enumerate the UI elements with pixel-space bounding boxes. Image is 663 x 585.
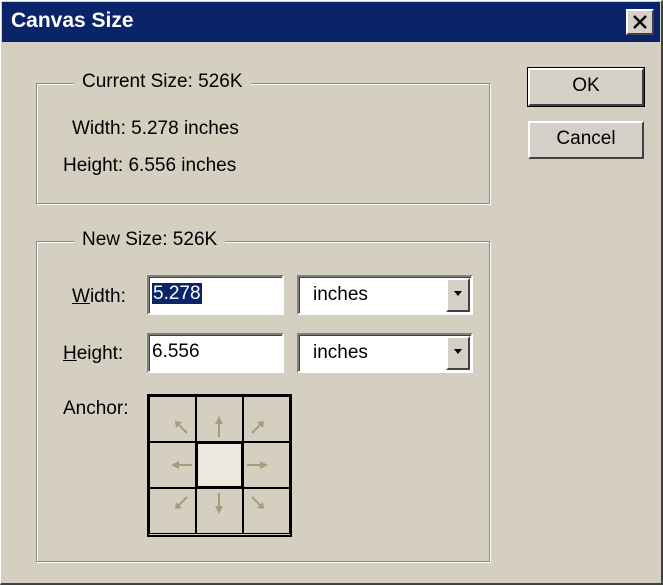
anchor-top-left[interactable] (149, 396, 196, 442)
anchor-center[interactable] (196, 442, 243, 488)
width-unit-select[interactable]: inches (297, 275, 473, 315)
arrow-right-icon (247, 461, 268, 469)
width-input[interactable]: 5.278 (147, 275, 284, 315)
height-input-value: 6.556 (152, 341, 200, 362)
arrow-down-right-icon (251, 496, 264, 509)
width-unit-dropdown-button[interactable] (446, 278, 470, 312)
height-unit-value: inches (313, 342, 368, 363)
ok-button[interactable]: OK (527, 67, 645, 107)
anchor-grid (147, 394, 292, 537)
current-size-legend: Current Size: 526K (74, 71, 251, 93)
canvas-size-dialog: Canvas Size Current Size: 526K Width: 5.… (0, 0, 663, 585)
window-title: Canvas Size (11, 9, 134, 32)
chevron-down-icon (454, 291, 462, 296)
arrow-up-left-icon (175, 421, 188, 434)
arrow-down-left-icon (175, 496, 188, 509)
arrow-left-icon (171, 461, 192, 469)
height-label-text: eight: (76, 343, 124, 364)
close-icon (633, 15, 647, 29)
anchor-bottom-right[interactable] (243, 488, 290, 534)
height-unit-select[interactable]: inches (297, 333, 473, 373)
cancel-button[interactable]: Cancel (528, 121, 644, 159)
chevron-down-icon (454, 349, 462, 354)
arrow-up-right-icon (251, 421, 264, 434)
width-label: Width: (72, 286, 126, 308)
new-size-legend: New Size: 526K (74, 229, 226, 251)
height-unit-dropdown-button[interactable] (446, 336, 470, 370)
anchor-right[interactable] (243, 442, 290, 488)
anchor-left[interactable] (149, 442, 196, 488)
anchor-top[interactable] (196, 396, 243, 442)
anchor-label: Anchor: (63, 398, 129, 419)
height-label-accelerator: H (63, 343, 77, 364)
anchor-top-right[interactable] (243, 396, 290, 442)
height-label: Height: (63, 343, 123, 365)
current-height-text: Height: 6.556 inches (63, 155, 237, 176)
arrow-down-icon (215, 493, 223, 514)
width-label-accelerator: W (72, 286, 90, 307)
title-bar[interactable]: Canvas Size (2, 2, 660, 42)
width-label-text: idth: (89, 286, 126, 307)
width-input-value: 5.278 (152, 283, 202, 304)
width-unit-value: inches (313, 284, 368, 305)
close-button[interactable] (626, 9, 654, 35)
current-size-group: Current Size: 526K (36, 71, 490, 204)
anchor-bottom-left[interactable] (149, 488, 196, 534)
arrow-up-icon (215, 416, 223, 437)
anchor-bottom[interactable] (196, 488, 243, 534)
current-width-text: Width: 5.278 inches (72, 118, 239, 139)
height-input[interactable]: 6.556 (147, 333, 284, 373)
